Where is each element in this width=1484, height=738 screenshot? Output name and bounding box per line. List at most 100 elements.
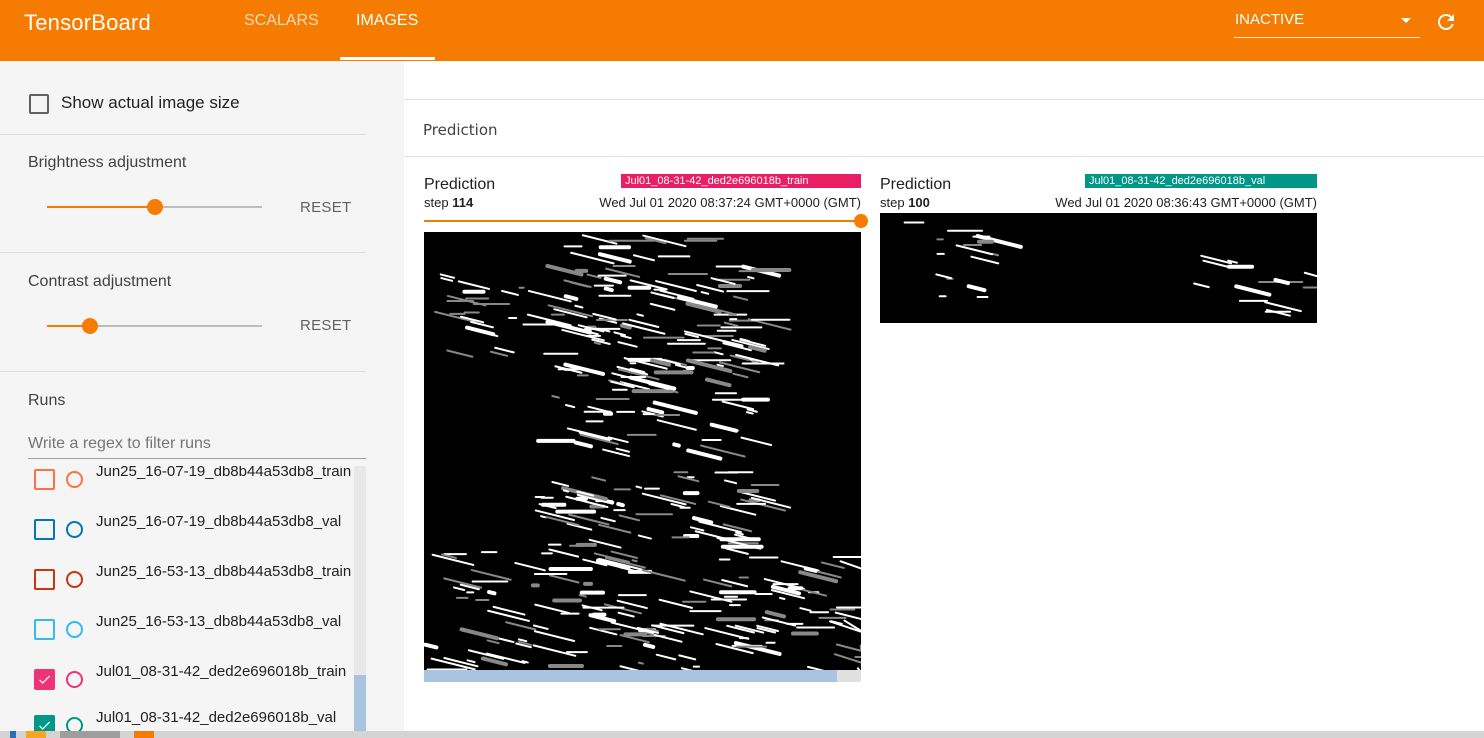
image-scrollbar[interactable]: [424, 670, 861, 682]
runs-title: Runs: [28, 392, 66, 409]
run-item[interactable]: Jun25_16-07-19_db8b44a53db8_train: [0, 466, 354, 508]
image-streak: [833, 653, 861, 664]
image-streak: [966, 284, 987, 293]
image-streak: [563, 294, 579, 301]
image-streak: [548, 574, 580, 584]
step-slider-thumb[interactable]: [854, 214, 868, 228]
run-chip: Jul01_08-31-42_ded2e696018b_val: [1085, 174, 1317, 188]
active-tab-indicator: [340, 57, 435, 60]
image-streak: [620, 334, 632, 340]
image-streak: [424, 642, 439, 650]
run-item[interactable]: Jun25_16-53-13_db8b44a53db8_train: [0, 558, 354, 608]
taskbar-icon[interactable]: [60, 731, 120, 738]
run-color-radio[interactable]: [66, 521, 83, 538]
run-checkbox[interactable]: [34, 469, 55, 490]
image-scrollbar-thumb[interactable]: [424, 670, 837, 682]
image-streak: [470, 569, 512, 581]
run-item[interactable]: Jul01_08-31-42_ded2e696018b_train: [0, 658, 354, 708]
run-checkbox[interactable]: [34, 569, 55, 590]
run-name: Jun25_16-07-19_db8b44a53db8_train: [96, 466, 352, 480]
image-streak: [802, 588, 828, 597]
image-streak: [443, 577, 483, 589]
brightness-slider-thumb[interactable]: [146, 199, 163, 215]
brightness-slider[interactable]: [47, 199, 262, 215]
image-streak: [686, 448, 723, 461]
contrast-reset-button[interactable]: RESET: [300, 317, 352, 334]
tab-images[interactable]: IMAGES: [356, 12, 418, 30]
image-streak: [440, 277, 454, 282]
image-streak: [610, 550, 639, 559]
prediction-image-content: [903, 221, 1317, 317]
run-item[interactable]: Jun25_16-07-19_db8b44a53db8_val: [0, 508, 354, 558]
image-streak: [439, 273, 456, 279]
show-actual-size-checkbox[interactable]: [29, 94, 49, 114]
taskbar-icon[interactable]: [26, 731, 46, 738]
image-streak: [835, 643, 861, 652]
run-color-radio[interactable]: [66, 671, 83, 688]
image-streak: [1303, 271, 1317, 278]
runs-filter-input[interactable]: [28, 429, 366, 459]
run-checkbox[interactable]: [34, 669, 55, 690]
image-streak: [465, 325, 496, 337]
image-streak: [803, 566, 818, 573]
runs-scrollbar-thumb[interactable]: [354, 675, 366, 738]
tag-group-title: Prediction: [423, 121, 498, 139]
card-step: step 114: [424, 195, 474, 210]
run-checkbox[interactable]: [34, 519, 55, 540]
image-streak: [603, 276, 623, 285]
image-streak: [486, 639, 500, 645]
image-streak: [724, 479, 738, 485]
image-streak: [532, 644, 577, 657]
image-streak: [723, 321, 739, 327]
contrast-slider-thumb[interactable]: [82, 318, 98, 334]
image-streak: [632, 254, 655, 262]
image-streak: [501, 289, 519, 296]
app-header: TensorBoard SCALARS IMAGES INACTIVE: [0, 0, 1484, 61]
image-card-train: Prediction Jul01_08-31-42_ded2e696018b_t…: [424, 174, 868, 684]
run-checkbox[interactable]: [34, 619, 55, 640]
image-streak: [685, 358, 733, 374]
image-streak: [603, 286, 614, 293]
image-streak: [721, 400, 755, 411]
image-streak: [820, 561, 845, 569]
image-streak: [635, 485, 643, 489]
image-streak: [733, 295, 749, 301]
tab-scalars[interactable]: SCALARS: [244, 12, 319, 30]
image-streak: [545, 515, 580, 526]
image-streak: [592, 312, 617, 321]
contrast-slider[interactable]: [47, 318, 262, 334]
image-streak: [733, 641, 782, 656]
image-streak: [487, 609, 530, 622]
chevron-down-icon: [1401, 18, 1411, 23]
image-streak: [551, 395, 560, 399]
image-streak: [564, 404, 576, 409]
image-streak: [540, 515, 547, 519]
image-streak: [719, 505, 757, 516]
image-streak: [655, 653, 677, 661]
run-color-radio[interactable]: [66, 471, 83, 488]
image-streak: [722, 340, 744, 349]
step-slider[interactable]: [424, 214, 868, 228]
status-dropdown[interactable]: INACTIVE: [1234, 10, 1420, 38]
divider: [0, 134, 366, 135]
brightness-reset-button[interactable]: RESET: [300, 199, 352, 216]
image-streak: [548, 548, 580, 558]
taskbar-icon[interactable]: [134, 731, 154, 738]
image-streak: [716, 363, 724, 368]
image-streak: [600, 516, 616, 523]
image-streak: [798, 570, 839, 584]
run-chip: Jul01_08-31-42_ded2e696018b_train: [621, 174, 861, 188]
tag-group-header[interactable]: Prediction: [404, 100, 1484, 157]
image-streak: [678, 654, 697, 661]
image-streak: [735, 531, 744, 536]
reload-icon[interactable]: [1434, 10, 1458, 34]
prediction-image-content: [424, 234, 861, 670]
image-streak: [532, 624, 549, 630]
run-color-radio[interactable]: [66, 571, 83, 588]
run-name: Jul01_08-31-42_ded2e696018b_train: [96, 663, 347, 680]
app-title: TensorBoard: [24, 10, 151, 35]
image-streak: [573, 440, 593, 449]
run-color-radio[interactable]: [66, 621, 83, 638]
taskbar-icon[interactable]: [10, 731, 16, 738]
run-item[interactable]: Jun25_16-53-13_db8b44a53db8_val: [0, 608, 354, 658]
